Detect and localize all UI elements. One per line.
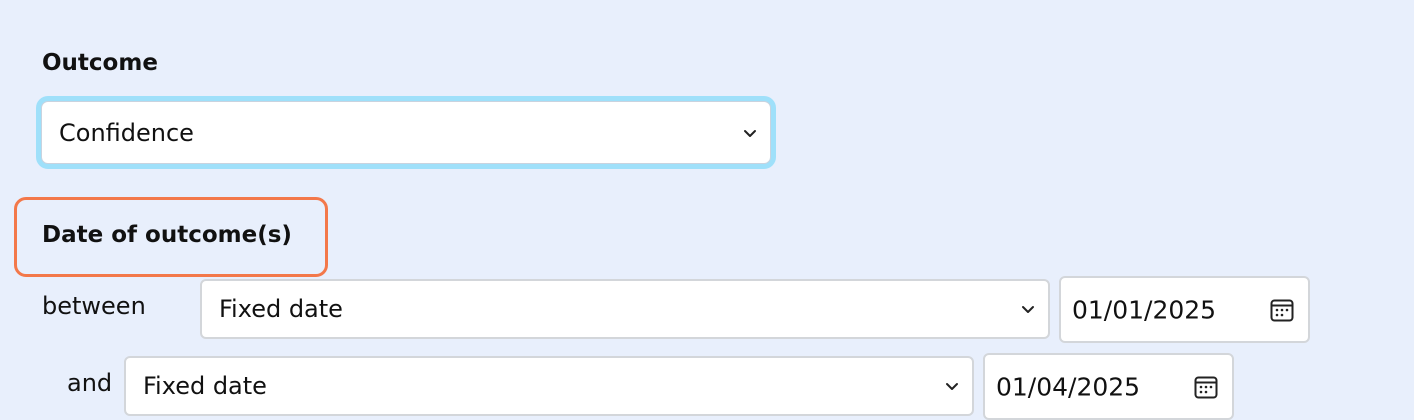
chevron-down-icon	[946, 383, 958, 390]
calendar-icon[interactable]	[1269, 297, 1295, 323]
date-of-outcome-highlight: Date of outcome(s)	[14, 197, 328, 277]
chevron-down-icon	[1022, 306, 1034, 313]
start-date-input[interactable]: 01/01/2025	[1059, 276, 1310, 343]
date-of-outcome-heading: Date of outcome(s)	[42, 222, 292, 248]
start-date-type-value: Fixed date	[219, 295, 343, 323]
end-date-type-value: Fixed date	[143, 372, 267, 400]
end-date-type-select[interactable]: Fixed date	[124, 356, 974, 416]
end-date-value: 01/04/2025	[996, 372, 1141, 401]
and-label: and	[67, 369, 113, 397]
start-date-type-select[interactable]: Fixed date	[200, 279, 1050, 339]
start-date-value: 01/01/2025	[1072, 295, 1217, 324]
outcome-label: Outcome	[42, 50, 158, 76]
outcome-select-value: Confidence	[59, 118, 194, 147]
outcome-select[interactable]: Confidence	[36, 96, 776, 169]
end-date-input[interactable]: 01/04/2025	[983, 353, 1234, 420]
calendar-icon[interactable]	[1193, 374, 1219, 400]
outcome-select-box[interactable]: Confidence	[41, 101, 771, 164]
chevron-down-icon	[744, 129, 756, 137]
between-label: between	[42, 292, 146, 320]
